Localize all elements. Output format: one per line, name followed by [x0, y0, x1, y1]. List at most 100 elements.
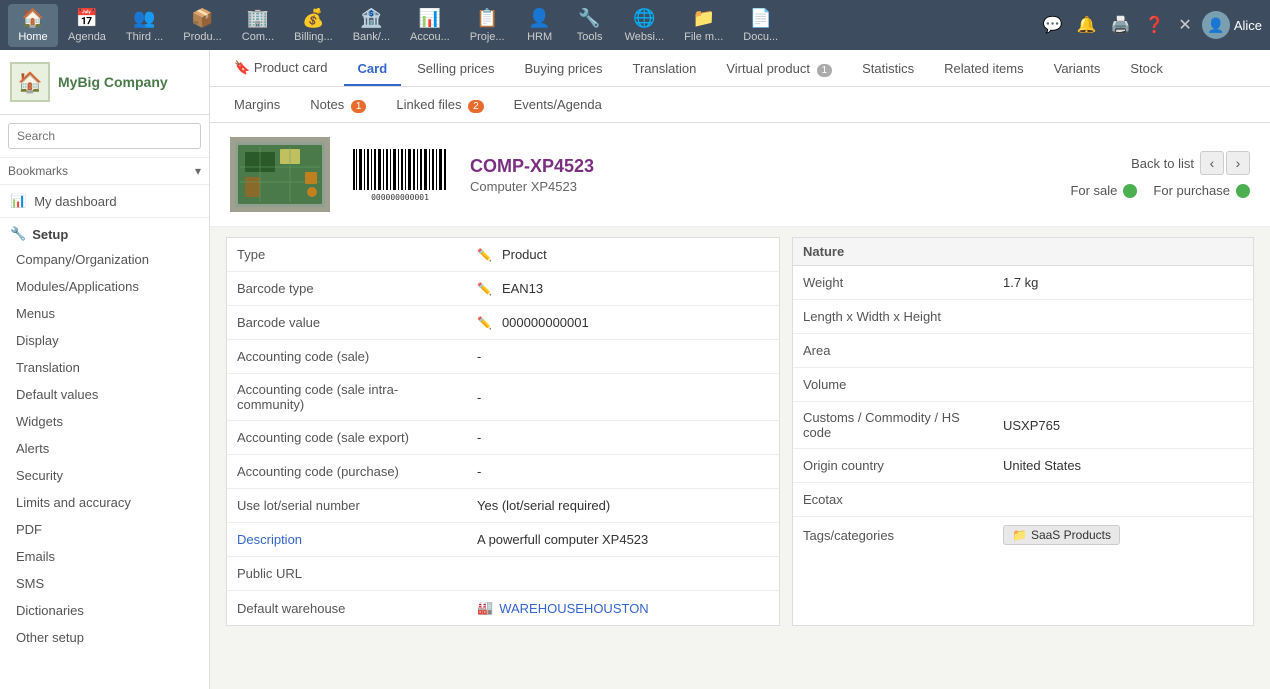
nav-agenda[interactable]: 📅 Agenda [58, 4, 116, 47]
for-purchase-status: For purchase [1153, 183, 1250, 198]
nav-documents[interactable]: 📄 Docu... [733, 4, 788, 47]
tab-product-card[interactable]: 🔖 Product card [220, 50, 342, 86]
tab-selling-prices[interactable]: Selling prices [403, 51, 508, 86]
bookmarks-toggle[interactable]: Bookmarks ▾ [0, 158, 209, 185]
nav-home[interactable]: 🏠 Home [8, 4, 58, 47]
company-logo[interactable]: 🏠 MyBig Company [0, 50, 209, 115]
field-ecotax: Ecotax [793, 483, 1253, 517]
sub-tab-margins[interactable]: Margins [220, 87, 294, 122]
chat-icon[interactable]: 💬 [1039, 11, 1067, 39]
dashboard-icon: 📊 [10, 193, 26, 209]
tab-variants[interactable]: Variants [1040, 51, 1115, 86]
virtual-product-badge: 1 [817, 64, 833, 77]
product-code: COMP-XP4523 [470, 156, 1050, 177]
nav-commercial[interactable]: 🏢 Com... [232, 4, 284, 47]
bank-icon: 🏦 [360, 8, 382, 29]
print-icon[interactable]: 🖨️ [1107, 11, 1135, 39]
product-barcode: 000000000001 [350, 147, 450, 202]
sidebar-item-default-values[interactable]: Default values [0, 381, 209, 408]
accounts-icon: 📊 [419, 8, 441, 29]
field-default-warehouse: Default warehouse 🏭 WAREHOUSEHOUSTON [227, 591, 779, 625]
sub-tab-notes[interactable]: Notes 1 [296, 87, 380, 122]
nav-projects[interactable]: 📋 Proje... [460, 4, 515, 47]
product-name: Computer XP4523 [470, 179, 1050, 194]
folder-icon: 📁 [1012, 528, 1027, 542]
sidebar-item-limits[interactable]: Limits and accuracy [0, 489, 209, 516]
product-header: 000000000001 COMP-XP4523 Computer XP4523… [210, 123, 1270, 227]
nav-billing[interactable]: 💰 Billing... [284, 4, 343, 47]
nav-products[interactable]: 📦 Produ... [173, 4, 232, 47]
notification-icon[interactable]: 🔔 [1073, 11, 1101, 39]
edit-icon: ✏️ [477, 248, 492, 262]
for-purchase-dot [1236, 184, 1250, 198]
company-name: MyBig Company [58, 74, 168, 90]
sub-tab-bar: Margins Notes 1 Linked files 2 Events/Ag… [210, 87, 1270, 123]
sale-status: For sale For purchase [1070, 183, 1250, 198]
sidebar-item-emails[interactable]: Emails [0, 543, 209, 570]
next-button[interactable]: › [1226, 151, 1250, 175]
dashboard-link[interactable]: 📊 My dashboard [0, 185, 209, 218]
nav-accounts[interactable]: 📊 Accou... [400, 4, 460, 47]
field-public-url: Public URL [227, 557, 779, 591]
prev-button[interactable]: ‹ [1200, 151, 1224, 175]
hrm-icon: 👤 [528, 8, 550, 29]
tools-icon: 🔧 [578, 8, 600, 29]
nav-tools[interactable]: 🔧 Tools [565, 4, 615, 47]
field-description: Description A powerfull computer XP4523 [227, 523, 779, 557]
billing-icon: 💰 [302, 8, 324, 29]
field-accounting-sale: Accounting code (sale) - [227, 340, 779, 374]
nav-third[interactable]: 👥 Third ... [116, 4, 173, 47]
field-volume: Volume [793, 368, 1253, 402]
field-weight: Weight 1.7 kg [793, 266, 1253, 300]
close-icon[interactable]: ✕ [1174, 11, 1195, 39]
sidebar-item-display[interactable]: Display [0, 327, 209, 354]
tab-card[interactable]: Card [344, 51, 402, 86]
commercial-icon: 🏢 [247, 8, 269, 29]
sidebar-item-other-setup[interactable]: Other setup [0, 624, 209, 651]
nav-bank[interactable]: 🏦 Bank/... [343, 4, 400, 47]
tab-statistics[interactable]: Statistics [848, 51, 928, 86]
for-purchase-label: For purchase [1153, 183, 1230, 198]
sidebar-item-menus[interactable]: Menus [0, 300, 209, 327]
projects-icon: 📋 [476, 8, 498, 29]
warehouse-link[interactable]: WAREHOUSEHOUSTON [499, 601, 649, 616]
sidebar-item-dictionaries[interactable]: Dictionaries [0, 597, 209, 624]
user-menu[interactable]: 👤 Alice [1202, 11, 1262, 39]
search-input[interactable] [8, 123, 201, 149]
product-card-icon: 🔖 [234, 60, 250, 75]
tab-virtual-product[interactable]: Virtual product 1 [712, 51, 846, 86]
bookmarks-label: Bookmarks [8, 164, 68, 178]
sidebar-item-pdf[interactable]: PDF [0, 516, 209, 543]
back-to-list[interactable]: Back to list ‹ › [1131, 151, 1250, 175]
help-icon[interactable]: ❓ [1140, 11, 1168, 39]
field-customs-code: Customs / Commodity / HS code USXP765 [793, 402, 1253, 449]
tab-stock[interactable]: Stock [1116, 51, 1177, 86]
tab-related-items[interactable]: Related items [930, 51, 1037, 86]
documents-icon: 📄 [749, 8, 771, 29]
sidebar: 🏠 MyBig Company Bookmarks ▾ 📊 My dashboa… [0, 50, 210, 689]
sidebar-item-translation[interactable]: Translation [0, 354, 209, 381]
sidebar-item-security[interactable]: Security [0, 462, 209, 489]
filemanager-icon: 📁 [692, 8, 714, 29]
product-header-right: Back to list ‹ › For sale For purchase [1070, 151, 1250, 198]
field-type: Type ✏️ Product [227, 238, 779, 272]
tab-buying-prices[interactable]: Buying prices [510, 51, 616, 86]
search-container [0, 115, 209, 158]
sub-tab-linked-files[interactable]: Linked files 2 [382, 87, 497, 122]
field-tags: Tags/categories 📁 SaaS Products [793, 517, 1253, 553]
sub-tab-events-agenda[interactable]: Events/Agenda [500, 87, 616, 122]
sidebar-item-sms[interactable]: SMS [0, 570, 209, 597]
nav-filemanager[interactable]: 📁 File m... [674, 4, 733, 47]
tab-translation[interactable]: Translation [619, 51, 711, 86]
sidebar-item-widgets[interactable]: Widgets [0, 408, 209, 435]
third-icon: 👥 [133, 8, 155, 29]
sidebar-item-modules[interactable]: Modules/Applications [0, 273, 209, 300]
sidebar-item-company[interactable]: Company/Organization [0, 246, 209, 273]
nav-website[interactable]: 🌐 Websi... [615, 4, 675, 47]
svg-text:000000000001: 000000000001 [371, 193, 429, 202]
sidebar-item-alerts[interactable]: Alerts [0, 435, 209, 462]
for-sale-status: For sale [1070, 183, 1137, 198]
tag-saas-products[interactable]: 📁 SaaS Products [1003, 525, 1120, 545]
left-fields-panel: Type ✏️ Product Barcode type ✏️ EAN13 Ba… [226, 237, 780, 626]
nav-hrm[interactable]: 👤 HRM [515, 4, 565, 47]
